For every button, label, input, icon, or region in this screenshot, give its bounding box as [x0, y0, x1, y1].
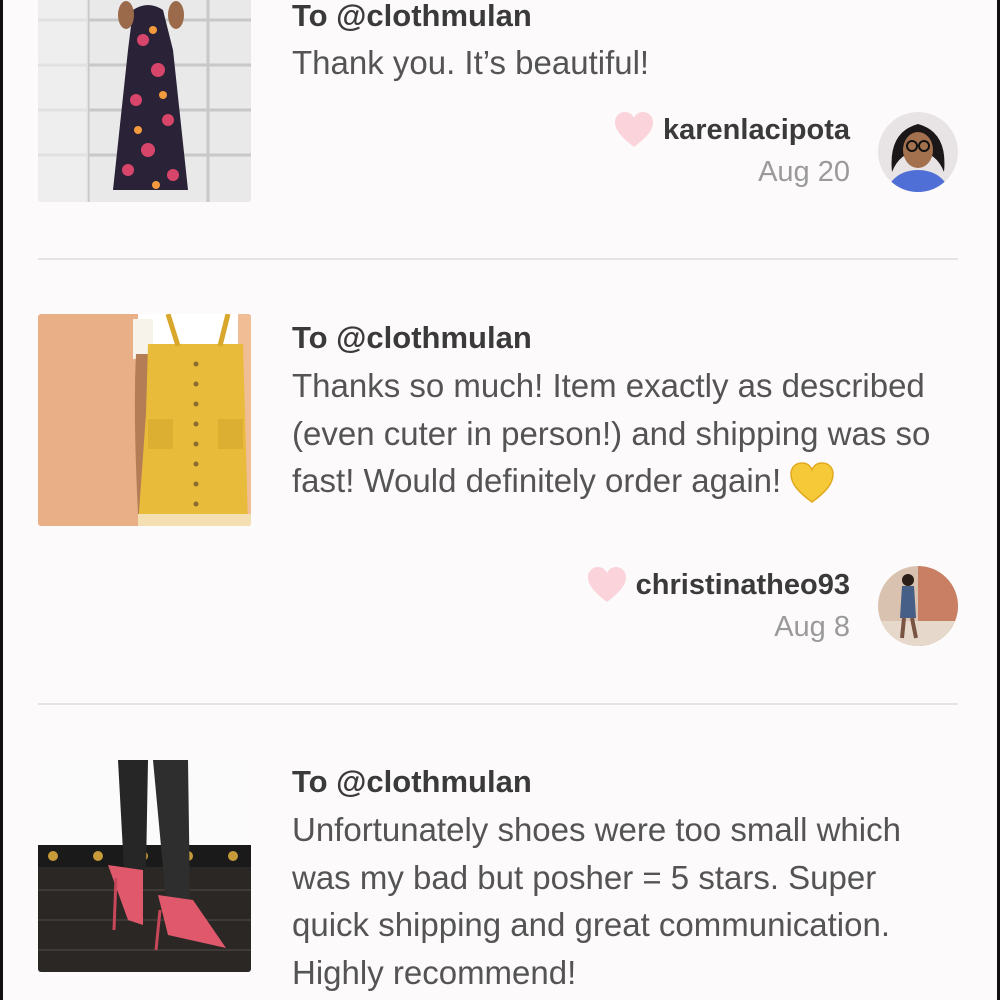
review-card: To @clothmulan Thanks so much! Item exac… [38, 314, 958, 674]
author-avatar[interactable] [878, 112, 958, 192]
review-card: To @clothmulan Thank you. It’s beautiful… [38, 0, 958, 260]
review-author: karenlacipota Aug 20 [613, 110, 850, 189]
listing-photo-yellow-overall-dress[interactable] [38, 314, 251, 526]
review-date: Aug 20 [758, 156, 850, 188]
review-divider [38, 258, 958, 260]
review-recipient: To @clothmulan [292, 320, 532, 355]
review-message: Thanks so much! Item exactly as describe… [292, 362, 932, 505]
review-message: Thank you. It’s beautiful! [292, 44, 650, 81]
author-username[interactable]: karenlacipota [663, 114, 850, 147]
review-divider [38, 703, 958, 705]
reviews-feed: To @clothmulan Thank you. It’s beautiful… [0, 0, 1000, 1000]
review-author: christinatheo93 Aug 8 [586, 565, 850, 644]
heart-icon[interactable] [586, 566, 628, 604]
listing-photo-pink-heels[interactable] [38, 760, 251, 972]
review-message: Unfortunately shoes were too small which… [292, 811, 901, 991]
yellow-heart-emoji-icon [790, 462, 834, 504]
review-date: Aug 8 [774, 611, 850, 643]
author-username[interactable]: christinatheo93 [636, 569, 850, 602]
author-avatar[interactable] [878, 566, 958, 646]
review-card: To @clothmulan Unfortunately shoes were … [38, 760, 958, 1000]
listing-photo-floral-dress[interactable] [38, 0, 251, 202]
heart-icon[interactable] [613, 111, 655, 149]
review-recipient: To @clothmulan [292, 0, 532, 33]
review-recipient: To @clothmulan [292, 764, 532, 799]
